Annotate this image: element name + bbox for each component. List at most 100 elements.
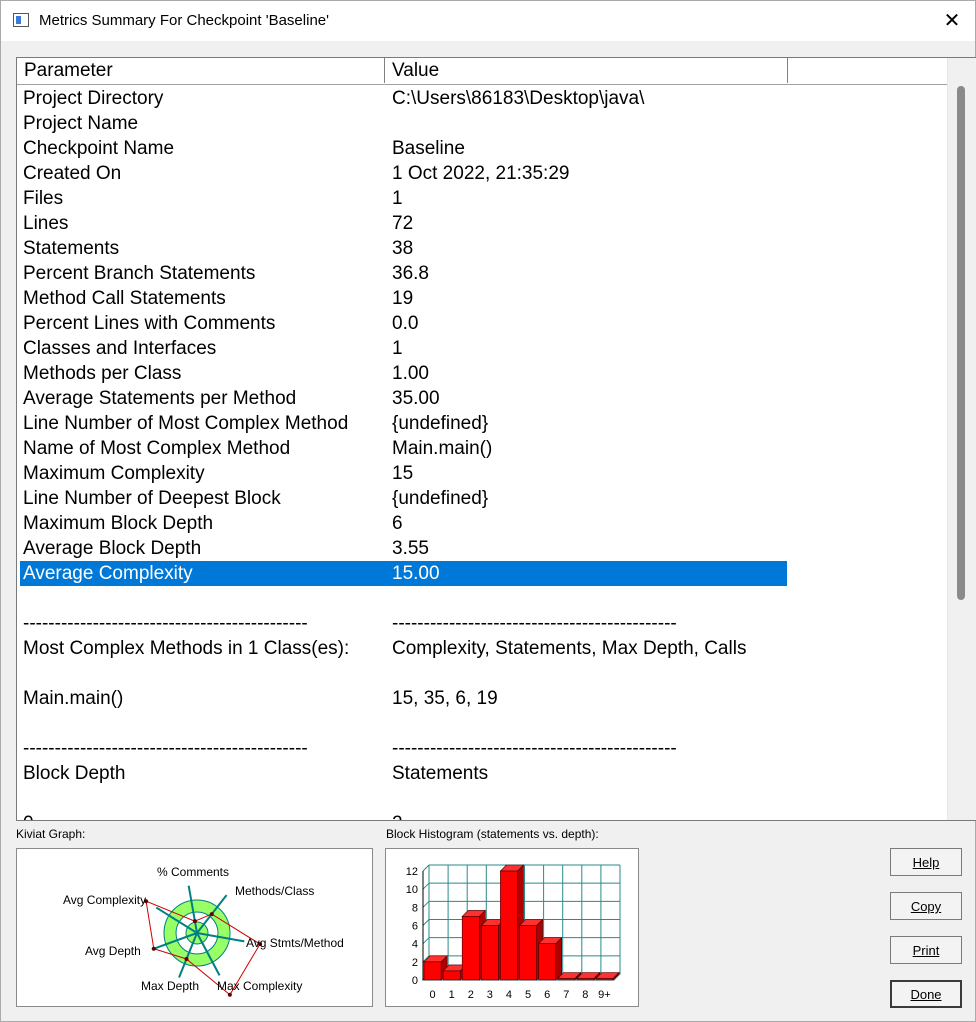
metrics-summary-window: Metrics Summary For Checkpoint 'Baseline… (0, 0, 976, 1022)
table-row[interactable]: Classes and Interfaces 1 (17, 336, 947, 361)
window-title: Metrics Summary For Checkpoint 'Baseline… (39, 12, 329, 29)
table-row[interactable]: Average Statements per Method 35.00 (17, 386, 947, 411)
table-row[interactable]: Project Directory C:\Users\86183\Desktop\… (17, 86, 947, 111)
parameter-cell: Main.main() (23, 688, 124, 709)
histogram-bar-side (555, 936, 562, 981)
metrics-list[interactable]: Parameter Value Project Directory C:\User… (16, 57, 976, 821)
value-cell: Main.main() (392, 438, 493, 459)
vertical-scrollbar[interactable] (947, 58, 976, 820)
kiviat-point (151, 946, 156, 951)
value-cell: 36.8 (392, 263, 429, 284)
parameter-cell: ----------------------------------------… (23, 613, 308, 634)
histogram-label: Block Histogram (statements vs. depth): (386, 827, 599, 841)
done-button[interactable]: Done (890, 980, 962, 1008)
histogram-bar (557, 978, 576, 981)
parameter-cell: Percent Branch Statements (23, 263, 256, 284)
table-row[interactable]: Average Complexity 15.00 (17, 561, 947, 586)
parameter-cell: Created On (23, 163, 122, 184)
table-row[interactable]: Method Call Statements 19 (17, 286, 947, 311)
table-row[interactable]: Percent Branch Statements 36.8 (17, 261, 947, 286)
histogram-x-tick-label: 7 (563, 989, 569, 1001)
table-row[interactable] (17, 786, 947, 811)
value-cell: 15.00 (392, 563, 440, 584)
kiviat-point (184, 956, 189, 961)
histogram-x-tick-label: 4 (506, 989, 512, 1001)
table-row[interactable]: Methods per Class 1.00 (17, 361, 947, 386)
parameter-cell: Average Block Depth (23, 538, 202, 559)
parameter-cell: Method Call Statements (23, 288, 226, 309)
parameter-cell: Maximum Complexity (23, 463, 205, 484)
value-cell: 3.55 (392, 538, 429, 559)
kiviat-point (192, 919, 197, 924)
kiviat-graph-panel: % Comments Methods/Class Avg Stmts/Method M… (16, 848, 373, 1007)
histogram-y-tick-label: 6 (412, 921, 418, 933)
block-histogram-panel: 0 2 4 6 8 10 12 0 1 2 3 4 5 6 7 8 9+ (385, 848, 639, 1007)
close-icon[interactable]: ✕ (929, 1, 975, 41)
parameter-cell: Block Depth (23, 763, 126, 784)
value-cell: 35.00 (392, 388, 440, 409)
histogram-y-tick-label: 12 (406, 866, 418, 878)
table-row[interactable]: Name of Most Complex Method Main.main() (17, 436, 947, 461)
value-cell: 38 (392, 238, 414, 259)
histogram-side-line (422, 919, 430, 926)
histogram-x-tick-label: 5 (525, 989, 531, 1001)
table-row[interactable]: ----------------------------------------… (17, 736, 947, 761)
table-row[interactable]: Files 1 (17, 186, 947, 211)
kiviat-axis-label: Methods/Class (235, 884, 314, 898)
table-row[interactable]: Maximum Block Depth 6 (17, 511, 947, 536)
table-row[interactable] (17, 661, 947, 686)
table-row[interactable]: Statements 38 (17, 236, 947, 261)
table-row[interactable]: Percent Lines with Comments 0.0 (17, 311, 947, 336)
histogram-bar (461, 916, 480, 981)
value-cell: 15, 35, 6, 19 (392, 688, 498, 709)
kiviat-axis-label: Max Depth (141, 979, 199, 993)
histogram-side-line (422, 864, 430, 872)
kiviat-point (227, 992, 232, 997)
help-button[interactable]: Help (890, 848, 962, 876)
histogram-x-tick-label: 6 (544, 989, 550, 1001)
table-row[interactable]: Line Number of Most Complex Method {undef… (17, 411, 947, 436)
kiviat-graph: % Comments Methods/Class Avg Stmts/Method M… (63, 865, 344, 997)
table-row[interactable]: Average Block Depth 3.55 (17, 536, 947, 561)
title-bar[interactable]: Metrics Summary For Checkpoint 'Baseline… (1, 1, 975, 41)
print-button[interactable]: Print (890, 936, 962, 964)
table-row[interactable]: Maximum Complexity 15 (17, 461, 947, 486)
table-row[interactable]: Project Name (17, 111, 947, 136)
table-row[interactable]: Lines 72 (17, 211, 947, 236)
kiviat-label: Kiviat Graph: (16, 827, 86, 841)
column-header-parameter[interactable]: Parameter (17, 58, 385, 83)
table-row[interactable]: Line Number of Deepest Block {undefined} (17, 486, 947, 511)
table-row[interactable]: Main.main() 15, 35, 6, 19 (17, 686, 947, 711)
value-cell: 1 Oct 2022, 21:35:29 (392, 163, 570, 184)
table-row[interactable] (17, 586, 947, 611)
histogram-y-tick-label: 8 (412, 902, 418, 914)
value-cell: 1.00 (392, 363, 429, 384)
value-cell: 1 (392, 188, 403, 209)
parameter-cell: Project Name (23, 113, 139, 134)
value-cell: 0.0 (392, 313, 419, 334)
parameter-cell: ----------------------------------------… (23, 738, 308, 759)
copy-button[interactable]: Copy (890, 892, 962, 920)
value-cell: Complexity, Statements, Max Depth, Calls (392, 638, 747, 659)
table-row[interactable]: Checkpoint Name Baseline (17, 136, 947, 161)
table-row[interactable]: Block Depth Statements (17, 761, 947, 786)
value-cell: ----------------------------------------… (392, 613, 677, 634)
histogram-x-tick-label: 9+ (598, 989, 611, 1001)
histogram-x-tick-label: 3 (487, 989, 493, 1001)
parameter-cell: Average Statements per Method (23, 388, 297, 409)
value-cell: 72 (392, 213, 414, 234)
scrollbar-thumb[interactable] (957, 86, 965, 600)
histogram-y-tick-label: 2 (412, 957, 418, 969)
parameter-cell: Line Number of Deepest Block (23, 488, 281, 509)
histogram-y-tick-label: 4 (412, 939, 418, 951)
column-header-value[interactable]: Value (385, 58, 788, 83)
histogram-bar (423, 961, 442, 981)
table-row[interactable] (17, 711, 947, 736)
value-cell: Baseline (392, 138, 465, 159)
table-row[interactable]: 02 (17, 811, 947, 820)
table-row[interactable]: ----------------------------------------… (17, 611, 947, 636)
table-row[interactable]: Most Complex Methods in 1 Class(es): Comp… (17, 636, 947, 661)
table-row[interactable]: Created On 1 Oct 2022, 21:35:29 (17, 161, 947, 186)
parameter-cell: Line Number of Most Complex Method (23, 413, 349, 434)
histogram-bar (576, 978, 595, 981)
